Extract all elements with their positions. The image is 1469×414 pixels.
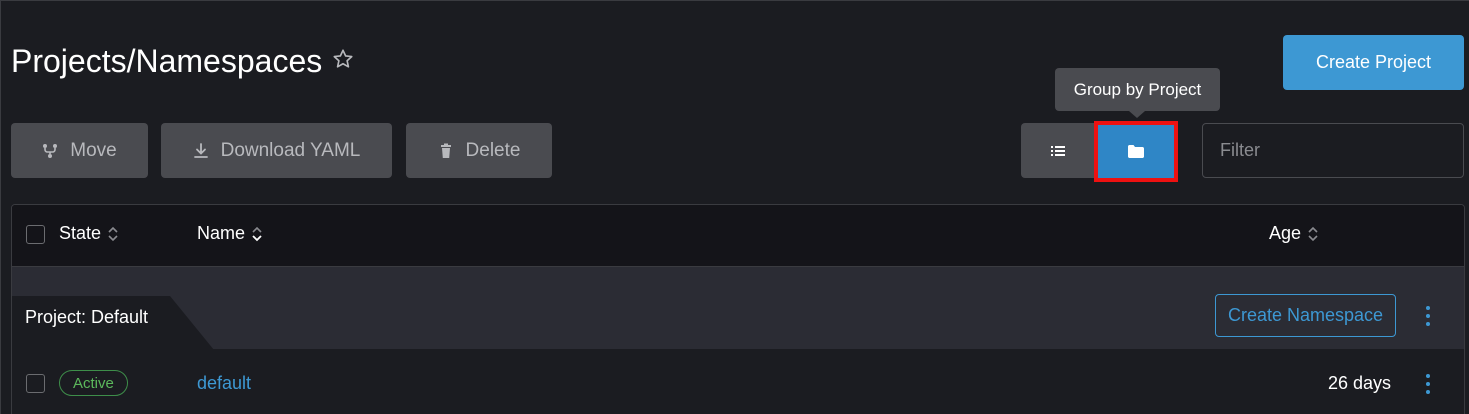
column-header-state-label: State bbox=[59, 223, 102, 243]
create-project-button[interactable]: Create Project bbox=[1283, 35, 1464, 90]
status-badge: Active bbox=[59, 370, 128, 396]
project-group-label: Project: Default bbox=[25, 307, 149, 327]
group-actions-kebab-icon[interactable] bbox=[1420, 303, 1436, 329]
project-group-header: Project: Default Create Namespace bbox=[12, 267, 1464, 350]
namespaces-table: State Name Age Project: Default Create N… bbox=[11, 204, 1465, 414]
column-header-state[interactable]: State bbox=[59, 223, 119, 244]
sort-icon bbox=[1308, 226, 1318, 241]
column-header-age[interactable]: Age bbox=[1269, 223, 1319, 244]
namespace-link[interactable]: default bbox=[197, 373, 251, 394]
page-header: Projects/Namespaces bbox=[11, 41, 354, 81]
group-by-project-toggle[interactable] bbox=[1094, 121, 1178, 182]
delete-button[interactable]: Delete bbox=[406, 123, 552, 178]
column-header-age-label: Age bbox=[1269, 223, 1302, 243]
row-actions-kebab-icon[interactable] bbox=[1420, 371, 1436, 397]
sort-icon bbox=[252, 226, 262, 241]
column-header-name[interactable]: Name bbox=[197, 223, 263, 244]
page-title: Projects/Namespaces bbox=[11, 43, 323, 79]
table-row: Active default 26 days bbox=[12, 349, 1464, 414]
trash-icon bbox=[440, 143, 451, 158]
column-header-name-label: Name bbox=[197, 223, 246, 243]
table-header: State Name Age bbox=[12, 205, 1464, 267]
list-icon bbox=[1051, 145, 1065, 156]
move-button-label: Move bbox=[70, 139, 117, 161]
row-checkbox[interactable] bbox=[26, 374, 45, 393]
download-yaml-button-label: Download YAML bbox=[220, 139, 361, 161]
namespace-age: 26 days bbox=[1328, 373, 1392, 393]
delete-button-label: Delete bbox=[465, 139, 521, 161]
projects-namespaces-page: Projects/Namespaces Create Project Group… bbox=[0, 0, 1469, 414]
move-button[interactable]: Move bbox=[11, 123, 148, 178]
create-namespace-button[interactable]: Create Namespace bbox=[1215, 294, 1396, 337]
folder-icon bbox=[1128, 145, 1144, 158]
group-by-project-tooltip: Group by Project bbox=[1055, 68, 1220, 118]
star-icon[interactable] bbox=[332, 48, 354, 70]
fork-icon bbox=[43, 143, 58, 158]
download-icon bbox=[193, 142, 208, 158]
download-yaml-button[interactable]: Download YAML bbox=[161, 123, 392, 178]
filter-input[interactable] bbox=[1202, 123, 1464, 178]
sort-icon bbox=[108, 226, 118, 241]
select-all-checkbox[interactable] bbox=[26, 225, 45, 244]
list-view-toggle[interactable] bbox=[1021, 123, 1095, 178]
